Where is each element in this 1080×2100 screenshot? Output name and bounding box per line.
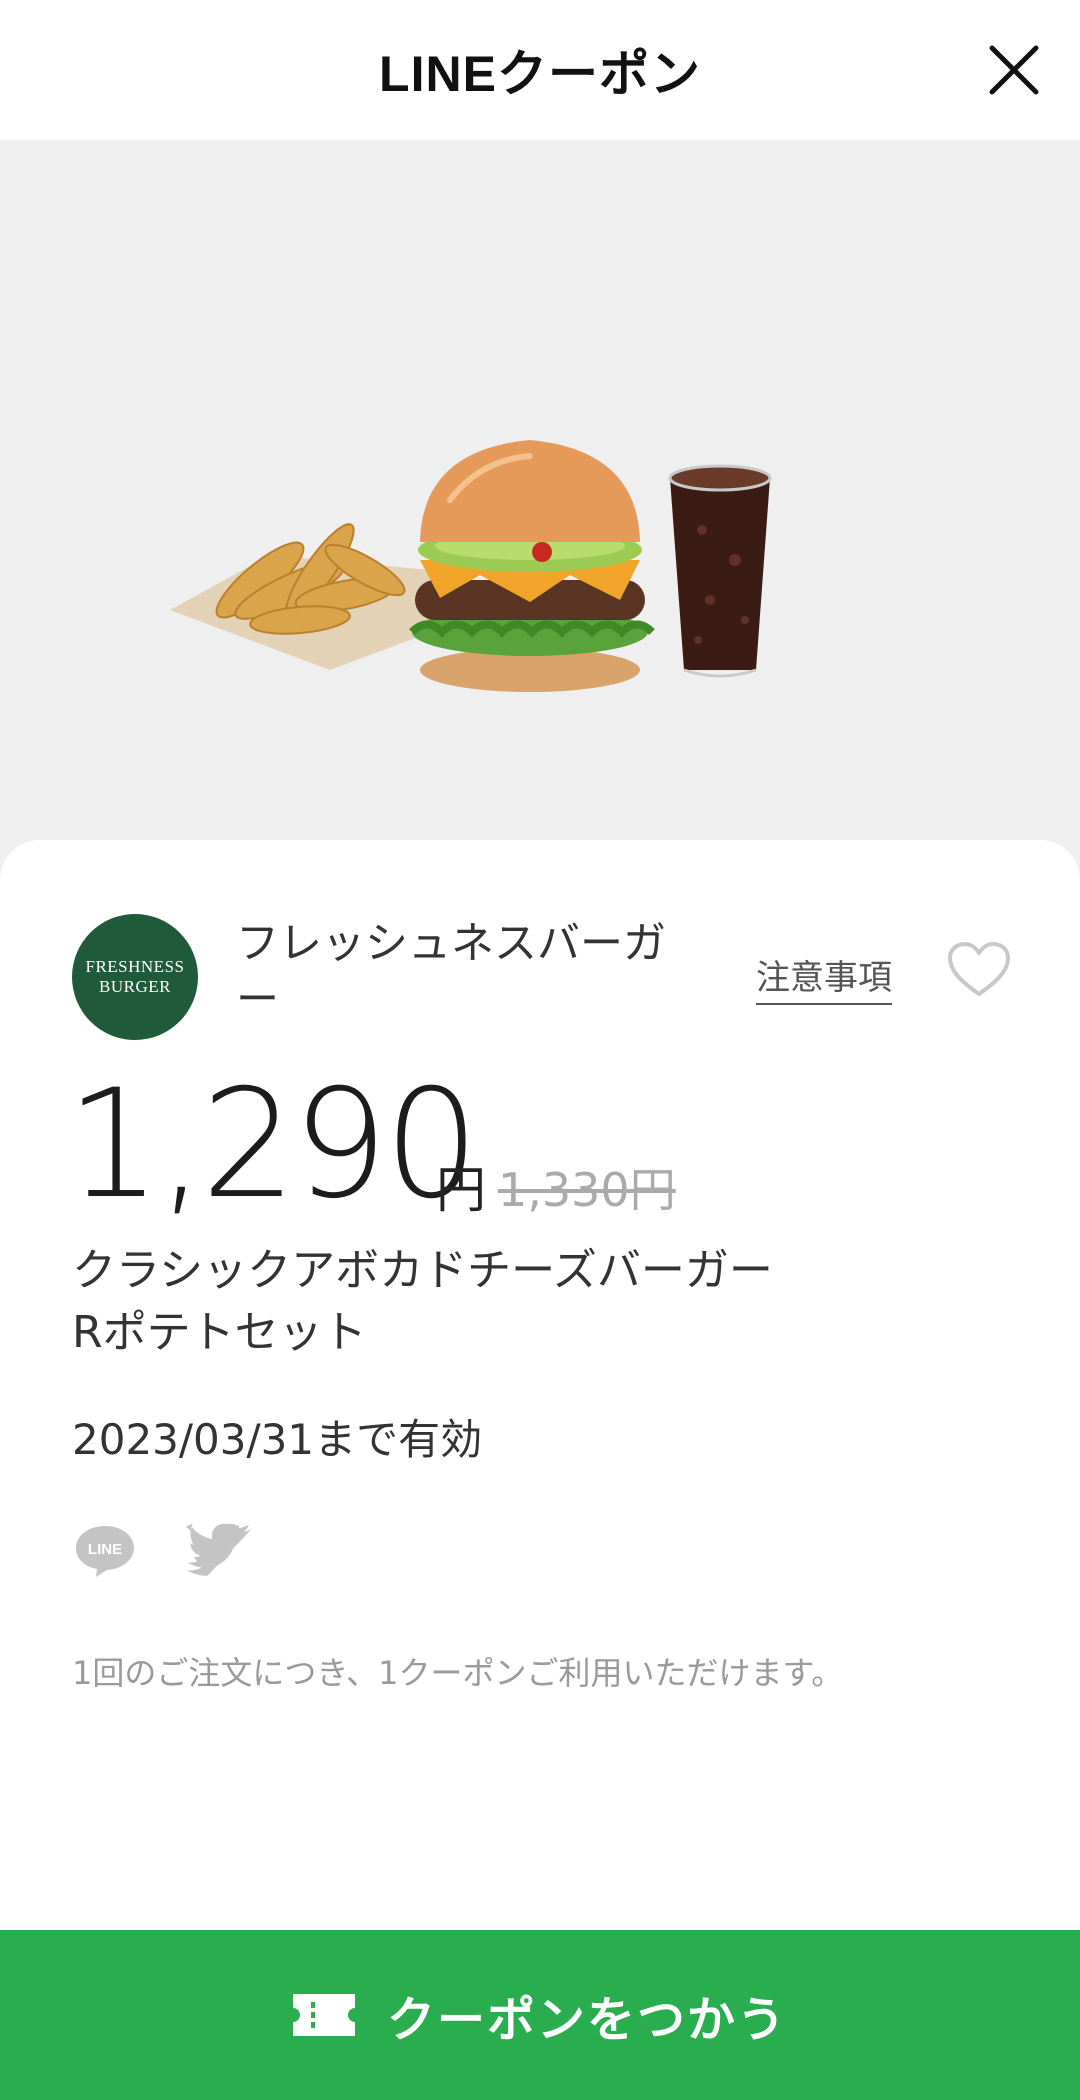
use-coupon-label: クーポンをつかう	[386, 1992, 787, 2048]
item-name: クラシックアボカドチーズバーガー Rポテトセット	[72, 1240, 972, 1364]
heart-icon	[948, 942, 1010, 996]
item-name-line2: Rポテトセット	[72, 1307, 367, 1358]
close-icon	[989, 45, 1039, 95]
ticket-icon	[292, 1994, 355, 2036]
close-button[interactable]	[984, 40, 1044, 100]
twitter-share-icon	[186, 1523, 252, 1576]
brand-logo: FRESHNESS BURGER	[72, 914, 198, 1040]
hero-image-area	[0, 140, 1080, 870]
price-current: 1,290	[66, 1058, 479, 1232]
item-name-line1: クラシックアボカドチーズバーガー	[72, 1245, 773, 1296]
coupon-page: LINEクーポン FRESHNESS BURGER フレッシュネスバーガー 注意…	[0, 0, 1080, 2100]
share-twitter-button[interactable]	[186, 1520, 256, 1580]
validity-date: 2023/03/31まで有効	[72, 1415, 483, 1464]
use-coupon-button[interactable]: クーポンをつかう	[0, 1930, 1080, 2100]
brand-name: フレッシュネスバーガー	[236, 919, 666, 1025]
brand-logo-text-1: FRESHNESS	[85, 957, 185, 976]
brand-logo-text-2: BURGER	[99, 977, 171, 996]
coupon-card: FRESHNESS BURGER フレッシュネスバーガー 注意事項 1,290 …	[0, 840, 1080, 1930]
price-original: 1,330円	[498, 1163, 676, 1217]
favorite-button[interactable]	[946, 940, 1012, 1000]
price-unit: 円	[436, 1161, 486, 1219]
share-line-button[interactable]: LINE	[72, 1520, 138, 1580]
line-share-icon: LINE	[76, 1526, 134, 1577]
usage-note: 1回のご注文につき、1クーポンご利用いただけます。	[72, 1654, 844, 1692]
page-title: LINEクーポン	[379, 46, 701, 102]
header-bar: LINEクーポン	[0, 0, 1080, 140]
notes-link[interactable]: 注意事項	[756, 950, 892, 1005]
svg-text:LINE: LINE	[88, 1541, 122, 1558]
burger-set-photo	[170, 440, 772, 692]
